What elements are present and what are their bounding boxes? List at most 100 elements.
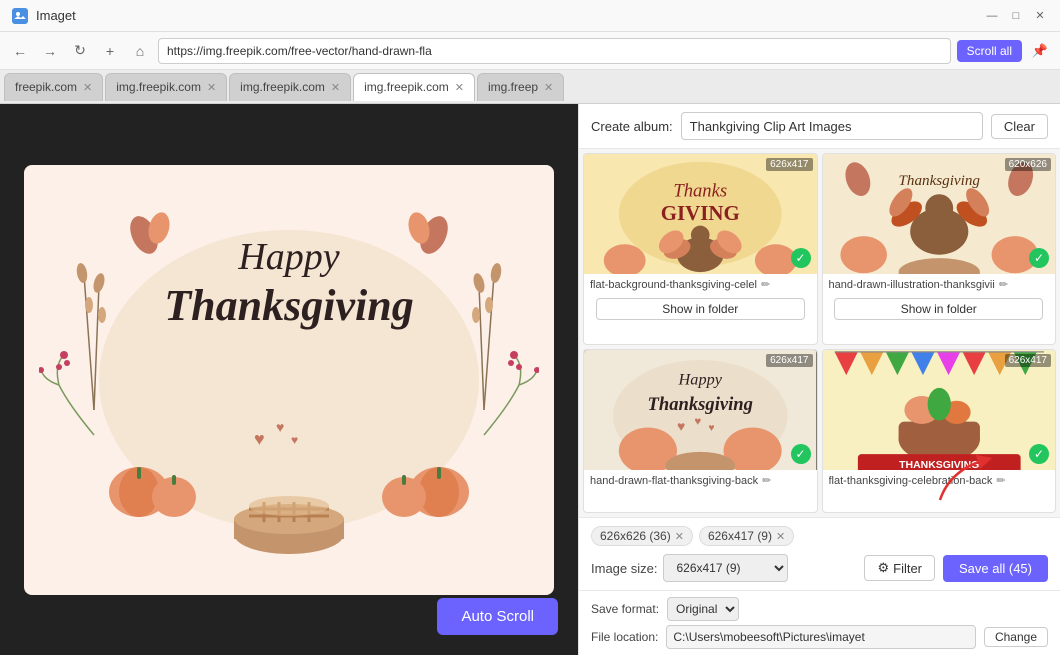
image-name-4: flat-thanksgiving-celebration-back ✏ <box>829 474 1050 487</box>
app-icon <box>12 8 28 24</box>
url-bar[interactable] <box>158 38 951 64</box>
auto-scroll-button[interactable]: Auto Scroll <box>437 598 558 635</box>
clear-button[interactable]: Clear <box>991 114 1048 139</box>
filter-icon: ⚙ <box>877 560 889 576</box>
image-cell-2[interactable]: Thanksgiving <box>822 153 1057 345</box>
tab-label: img.freep <box>488 80 538 94</box>
pin-icon[interactable]: 📌 <box>1028 39 1052 63</box>
forward-button[interactable]: → <box>38 39 62 63</box>
title-bar-left: Imaget <box>12 8 76 24</box>
image-cell-4[interactable]: THANKSGIVING 626x417 ✓ flat-thanksgiving… <box>822 349 1057 513</box>
tab-close-icon[interactable]: ✕ <box>544 81 553 94</box>
main-layout: Happy Thanksgiving <box>0 104 1060 655</box>
edit-icon-3[interactable]: ✏ <box>762 474 771 487</box>
check-badge-2: ✓ <box>1029 248 1049 268</box>
tab-close-icon[interactable]: ✕ <box>83 81 92 94</box>
edit-icon-2[interactable]: ✏ <box>999 278 1008 291</box>
app-title: Imaget <box>36 8 76 23</box>
close-button[interactable]: ✕ <box>1032 8 1048 24</box>
tab-freepik-2[interactable]: img.freepik.com ✕ <box>105 73 227 101</box>
tab-close-icon[interactable]: ✕ <box>207 81 216 94</box>
thanksgiving-image: Happy Thanksgiving <box>24 165 554 595</box>
happy-text: Happy <box>238 235 339 279</box>
save-all-button[interactable]: Save all (45) <box>943 555 1048 582</box>
heart-icon-tiny: ♥ <box>291 433 298 447</box>
check-badge-4: ✓ <box>1029 444 1049 464</box>
maximize-button[interactable]: □ <box>1008 8 1024 24</box>
save-format-select[interactable]: Original JPG PNG WebP <box>667 597 739 621</box>
file-location-input[interactable] <box>666 625 976 649</box>
image-info-1: flat-background-thanksgiving-celel ✏ <box>584 274 817 295</box>
heart-icon-small: ♥ <box>276 419 284 435</box>
heart-icon: ♥ <box>254 429 265 450</box>
tab-label: img.freepik.com <box>240 80 325 94</box>
image-info-2: hand-drawn-illustration-thanksgivii ✏ <box>823 274 1056 295</box>
change-button[interactable]: Change <box>984 627 1048 647</box>
edit-icon-1[interactable]: ✏ <box>761 278 770 291</box>
check-badge-1: ✓ <box>791 248 811 268</box>
image-size-badge-3: 626x417 <box>766 354 812 367</box>
tab-label: img.freepik.com <box>116 80 201 94</box>
filter-bar: 626x626 (36) ✕ 626x417 (9) ✕ Image size:… <box>579 517 1060 590</box>
window-controls[interactable]: — □ ✕ <box>984 8 1048 24</box>
new-tab-button[interactable]: + <box>98 39 122 63</box>
file-location-label: File location: <box>591 630 658 644</box>
image-size-select[interactable]: 626x417 (9) 626x626 (36) All sizes <box>663 554 788 582</box>
berry-branch-left <box>39 345 109 448</box>
tab-close-icon[interactable]: ✕ <box>331 81 340 94</box>
svg-text:GIVING: GIVING <box>661 201 740 225</box>
home-button[interactable]: ⌂ <box>128 39 152 63</box>
size-tag-1: 626x626 (36) ✕ <box>591 526 693 546</box>
size-tag-label-1: 626x626 (36) <box>600 529 671 543</box>
show-folder-button-1[interactable]: Show in folder <box>596 298 805 320</box>
berry-branch-right <box>469 345 539 448</box>
image-cell-3[interactable]: Happy Thanksgiving ♥ ♥ ♥ <box>583 349 818 513</box>
save-format-label: Save format: <box>591 602 659 616</box>
album-label: Create album: <box>591 119 673 134</box>
pie-illustration <box>224 494 354 567</box>
tab-freepik-3[interactable]: img.freepik.com ✕ <box>229 73 351 101</box>
save-info-row: Save format: Original JPG PNG WebP File … <box>579 590 1060 655</box>
size-select-wrap: Image size: 626x417 (9) 626x626 (36) All… <box>591 554 788 582</box>
minimize-button[interactable]: — <box>984 8 1000 24</box>
image-info-3: hand-drawn-flat-thanksgiving-back ✏ <box>584 470 817 491</box>
tab-freepik-1[interactable]: freepik.com ✕ <box>4 73 103 101</box>
tab-freepik-4[interactable]: img.freepik.com ✕ <box>353 73 475 101</box>
svg-text:THANKSGIVING: THANKSGIVING <box>899 460 979 470</box>
leaf-decoration <box>129 210 174 268</box>
file-location-row: File location: Change <box>591 625 1048 649</box>
show-folder-button-2[interactable]: Show in folder <box>834 298 1043 320</box>
edit-icon-4[interactable]: ✏ <box>996 474 1005 487</box>
refresh-button[interactable]: ↻ <box>68 39 92 63</box>
svg-text:♥: ♥ <box>694 415 701 428</box>
tab-freepik-5[interactable]: img.freep ✕ <box>477 73 564 101</box>
filter-label: Filter <box>893 561 922 576</box>
size-tag-close-2[interactable]: ✕ <box>776 530 785 543</box>
tags-row: 626x626 (36) ✕ 626x417 (9) ✕ <box>591 526 1048 546</box>
image-thumb-3: Happy Thanksgiving ♥ ♥ ♥ <box>584 350 817 470</box>
image-thumb-2: Thanksgiving <box>823 154 1056 274</box>
save-format-row: Save format: Original JPG PNG WebP <box>591 597 1048 621</box>
thanksgiving-illustration: Happy Thanksgiving <box>24 165 554 595</box>
pumpkin-right-group <box>374 442 474 525</box>
filter-controls: Image size: 626x417 (9) 626x626 (36) All… <box>591 554 1048 582</box>
back-button[interactable]: ← <box>8 39 32 63</box>
browser-content: Happy Thanksgiving <box>0 104 578 655</box>
filter-button[interactable]: ⚙ Filter <box>864 555 935 581</box>
svg-text:♥: ♥ <box>677 418 685 434</box>
tab-label: freepik.com <box>15 80 77 94</box>
svg-text:Thanksgiving: Thanksgiving <box>898 173 980 189</box>
size-tag-label-2: 626x417 (9) <box>708 529 772 543</box>
browser-panel: Happy Thanksgiving <box>0 104 578 655</box>
size-tag-2: 626x417 (9) ✕ <box>699 526 794 546</box>
size-tag-close-1[interactable]: ✕ <box>675 530 684 543</box>
image-cell-1[interactable]: Thanks GIVING <box>583 153 818 345</box>
svg-text:Happy: Happy <box>678 370 723 388</box>
tab-close-icon[interactable]: ✕ <box>455 81 464 94</box>
image-grid: Thanks GIVING <box>579 149 1060 517</box>
tabs-bar: freepik.com ✕ img.freepik.com ✕ img.free… <box>0 70 1060 104</box>
image-thumb-1: Thanks GIVING <box>584 154 817 274</box>
album-input[interactable] <box>681 112 983 140</box>
scroll-all-button[interactable]: Scroll all <box>957 40 1022 62</box>
image-name-3: hand-drawn-flat-thanksgiving-back ✏ <box>590 474 811 487</box>
